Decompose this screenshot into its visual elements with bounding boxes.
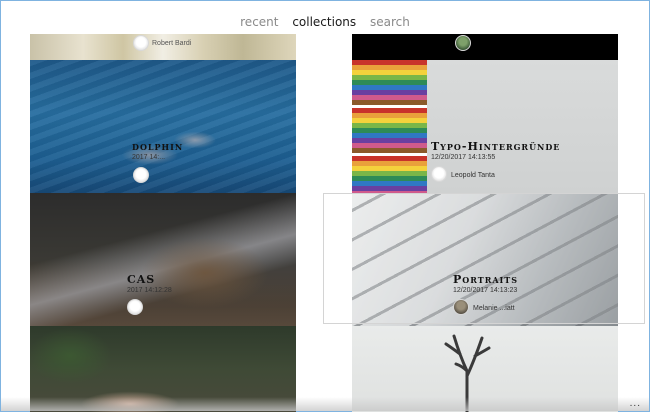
collection-date: 2017 14:... — [132, 154, 166, 161]
collection-title: Typo-Hintergründe — [431, 140, 561, 153]
more-options-button[interactable]: ... — [630, 398, 641, 409]
collection-author: Leopold Tanta — [451, 172, 495, 179]
collection-author: Robert Bardi — [152, 40, 192, 47]
collection-tile[interactable] — [352, 34, 618, 60]
collections-column-right: Typo-Hintergründe 12/20/2017 14:13:55 Le… — [352, 34, 618, 412]
collection-date: 12/20/2017 14:13:55 — [431, 154, 496, 161]
collection-date: 2017 14:12:28 — [127, 287, 172, 294]
avatar — [133, 35, 149, 51]
avatar — [455, 35, 471, 51]
nav-search[interactable]: search — [370, 15, 410, 29]
collection-tile-typo-hintergruende[interactable]: Typo-Hintergründe 12/20/2017 14:13:55 Le… — [352, 60, 618, 193]
collection-tile-cas[interactable]: CAS 2017 14:12:28 — [30, 193, 296, 326]
nav-collections[interactable]: collections — [292, 15, 356, 29]
avatar — [127, 299, 143, 315]
collection-title: Portraits — [453, 273, 519, 286]
avatar — [453, 299, 469, 315]
collection-date: 12/20/2017 14:13:23 — [453, 287, 518, 294]
top-navigation: recent collections search — [1, 15, 649, 29]
collection-tile[interactable]: Robert Bardi — [30, 34, 296, 60]
app-window: { "nav": { "items": [ {"label": "recent"… — [0, 0, 650, 412]
bottom-fade — [1, 397, 649, 411]
collection-title: dolphin — [132, 140, 184, 153]
collection-tile-portraits[interactable]: Portraits 12/20/2017 14:13:23 Melanie ..… — [352, 193, 618, 326]
nav-recent[interactable]: recent — [240, 15, 278, 29]
collections-column-left: Robert Bardi dolphin 2017 14:... CAS 201… — [30, 34, 296, 412]
collection-tile-dolphin[interactable]: dolphin 2017 14:... — [30, 60, 296, 193]
collection-title: CAS — [127, 273, 156, 286]
avatar — [133, 167, 149, 183]
avatar — [431, 166, 447, 182]
collection-author: Melanie ...iatt — [473, 305, 515, 312]
